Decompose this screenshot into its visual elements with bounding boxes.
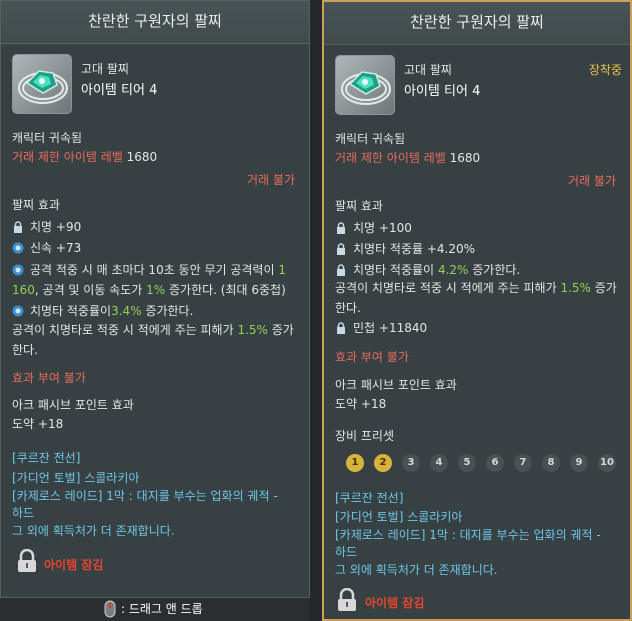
source-item: [가디언 토벌] 스콜라키아 <box>335 510 463 524</box>
preset-button-7[interactable]: 7 <box>514 454 532 472</box>
gear-icon <box>12 262 24 276</box>
ark-header: 아크 패시브 포인트 효과 <box>12 398 134 412</box>
item-header: 고대 팔찌 아이템 티어 4 장착중 <box>324 45 630 115</box>
effect-text: 신속 +73 <box>30 241 82 255</box>
effect-row: 치명타 적중률 +4.20% <box>335 241 475 257</box>
bind-status: 캐릭터 귀속됨 <box>335 132 406 146</box>
effect-row: 공격이 치명타로 적중 시 적에게 주는 피해가 1.5% 증가 한다. <box>335 281 617 315</box>
effect-header: 팔찌 효과 <box>335 199 383 213</box>
effect-row: 공격 적중 시 매 초마다 10초 동안 무기 공격력이 1 160, 공격 및 … <box>12 262 286 297</box>
effect-text: 치명 +100 <box>353 221 412 235</box>
effect-row: 민첩 +11840 <box>335 320 427 336</box>
item-tier: 아이템 티어 4 <box>404 84 481 99</box>
preset-button-10[interactable]: 10 <box>598 454 616 472</box>
source-item: [쿠르잔 전선] <box>12 451 81 465</box>
item-header: 고대 팔찌 아이템 티어 4 <box>1 44 309 114</box>
source-item: 하드 <box>12 506 35 520</box>
preset-button-9[interactable]: 9 <box>570 454 588 472</box>
effect-text: 치명타 적중률 +4.20% <box>353 242 476 256</box>
enchant-status: 효과 부여 불가 <box>12 371 86 385</box>
ark-value: 도약 +18 <box>335 397 387 411</box>
bracelet-icon[interactable] <box>12 54 72 114</box>
enchant-status: 효과 부여 불가 <box>335 350 409 364</box>
item-grade: 고대 팔찌 <box>81 62 129 76</box>
preset-button-3[interactable]: 3 <box>402 454 420 472</box>
level-value: 1680 <box>126 150 158 164</box>
padlock-icon <box>337 587 357 615</box>
tooltip-title: 찬란한 구원자의 팔찌 <box>1 1 309 44</box>
preset-button-5[interactable]: 5 <box>458 454 476 472</box>
ark-value: 도약 +18 <box>12 417 64 431</box>
level-label: 거래 제한 아이템 레벨 <box>12 150 123 164</box>
preset-button-6[interactable]: 6 <box>486 454 504 472</box>
level-label: 거래 제한 아이템 레벨 <box>335 151 446 165</box>
effect-row: 신속 +73 <box>12 240 81 256</box>
effect-text: 민첩 +11840 <box>353 321 428 335</box>
source-more: 그 외에 획득처가 더 존재합니다. <box>335 563 498 577</box>
level-row: 거래 제한 아이템 레벨 1680 <box>335 150 480 166</box>
item-grade: 고대 팔찌 <box>404 63 452 77</box>
tooltip-title: 찬란한 구원자의 팔찌 <box>324 2 630 45</box>
source-item: [카제로스 레이드] 1막 : 대지를 부수는 업화의 궤적 - <box>335 528 601 542</box>
lock-icon <box>335 264 347 276</box>
bracelet-icon[interactable] <box>335 55 395 115</box>
locked-label[interactable]: 아이템 잠김 <box>44 557 103 573</box>
padlock-icon <box>17 548 37 576</box>
drag-drop-hint: : 드래그 앤 드롭 <box>121 602 203 616</box>
preset-button-1[interactable]: 1 <box>346 454 364 472</box>
effect-row: 치명타 적중률이 4.2% 증가한다. <box>335 262 520 278</box>
gear-icon <box>12 305 24 317</box>
preset-button-8[interactable]: 8 <box>542 454 560 472</box>
source-item: 하드 <box>335 545 358 559</box>
ark-header: 아크 패시브 포인트 효과 <box>335 378 457 392</box>
bind-status: 캐릭터 귀속됨 <box>12 131 83 145</box>
item-tier: 아이템 티어 4 <box>81 83 158 98</box>
source-item: [쿠르잔 전선] <box>335 491 404 505</box>
effect-row: 치명 +90 <box>12 219 81 235</box>
effect-row: 치명타 적중률이3.4% 증가한다. <box>12 303 193 319</box>
source-item: [가디언 토벌] 스콜라키아 <box>12 471 140 485</box>
effect-text: 치명 +90 <box>30 220 82 234</box>
tooltip-left: 찬란한 구원자의 팔찌 고대 팔찌 아이템 티어 4 캐릭터 귀속됨 거래 제한… <box>0 0 310 598</box>
tooltip-right: 찬란한 구원자의 팔찌 고대 팔찌 아이템 티어 4 장착중 캐릭터 귀속됨 거… <box>322 0 632 621</box>
source-item: [카제로스 레이드] 1막 : 대지를 부수는 업화의 궤적 - <box>12 489 278 503</box>
gear-icon <box>12 242 24 254</box>
preset-button-4[interactable]: 4 <box>430 454 448 472</box>
locked-label[interactable]: 아이템 잠김 <box>365 595 424 611</box>
effect-row: 공격이 치명타로 적중 시 적에게 주는 피해가 1.5% 증가 한다. <box>12 323 294 357</box>
level-row: 거래 제한 아이템 레벨 1680 <box>12 149 157 165</box>
lock-icon <box>335 322 347 334</box>
level-value: 1680 <box>449 151 481 165</box>
trade-status: 거래 불가 <box>568 174 616 188</box>
mouse-icon <box>104 600 116 621</box>
lock-icon <box>335 222 347 234</box>
equipped-badge: 장착중 <box>588 63 622 77</box>
preset-header: 장비 프리셋 <box>335 429 395 443</box>
lock-icon <box>335 243 347 255</box>
effect-header: 팔찌 효과 <box>12 198 60 212</box>
trade-status: 거래 불가 <box>247 173 295 187</box>
lock-icon <box>12 221 24 233</box>
preset-button-2[interactable]: 2 <box>374 454 392 472</box>
effect-row: 치명 +100 <box>335 220 412 236</box>
source-more: 그 외에 획득처가 더 존재합니다. <box>12 524 175 538</box>
